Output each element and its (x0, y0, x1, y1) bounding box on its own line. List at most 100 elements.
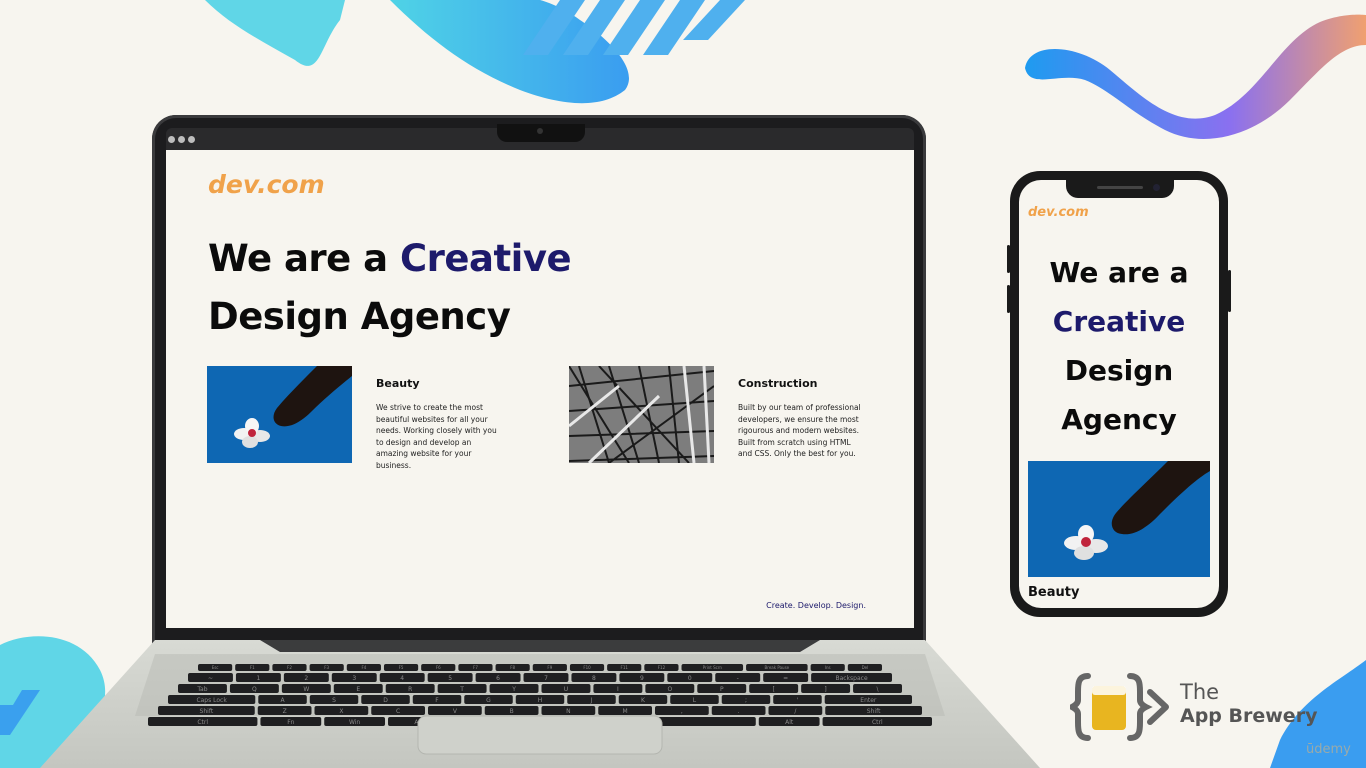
keyboard-key-label: 7 (544, 675, 548, 682)
keyboard-key-label: F3 (324, 665, 329, 670)
card-title-construction: Construction (738, 377, 818, 390)
hero-line1-plain: We are a (208, 237, 401, 280)
keyboard-key-label: - (737, 675, 739, 682)
hero-line2: Design Agency (208, 295, 511, 338)
keyboard-key-label: H (538, 697, 543, 704)
phone-speaker (1097, 186, 1143, 189)
keyboard-key-label: F1 (250, 665, 255, 670)
mobile-hero-line: Design (1064, 354, 1174, 387)
volume-button (1007, 245, 1010, 273)
keyboard-key-label: Q (252, 686, 257, 693)
window-dot-icon[interactable] (178, 136, 185, 143)
laptop-keyboard-base: Esc F1 F2 F3 F4 F5 F6 F7 F8 F9 F10 F11 F12 Print Scrn… (40, 640, 1040, 768)
keyboard-key-label: Del (862, 665, 869, 670)
keyboard-key-label: F12 (658, 665, 666, 670)
keyboard-key-label: 2 (304, 675, 308, 682)
keyboard-key-label: Ctrl (197, 719, 208, 726)
keyboard-key-label: O (667, 686, 672, 693)
keyboard-key-label: F (435, 697, 439, 704)
card-text-beauty: We strive to create the most beautiful w… (376, 403, 497, 470)
mobile-beauty-image (1028, 461, 1210, 577)
hero-accent-word: Creative (400, 237, 572, 280)
webcam-icon (537, 128, 543, 134)
keyboard-key-label: F10 (583, 665, 591, 670)
keyboard-key-label: Shift (200, 708, 214, 715)
construction-image (569, 366, 714, 463)
keyboard-key-label: Alt (785, 719, 794, 726)
phone-camera-icon (1153, 184, 1160, 191)
keyboard-key-label: Enter (860, 697, 877, 704)
keyboard-key-label: , (681, 708, 683, 715)
keyboard-key-label: [ (773, 686, 775, 693)
keyboard-key-label: Tab (196, 686, 207, 693)
keyboard-key-label: X (339, 708, 343, 715)
keyboard-key-label: 8 (592, 675, 596, 682)
mobile-hero-line: Agency (1061, 403, 1177, 436)
brand-name: App Brewery (1180, 705, 1318, 727)
keyboard-key-label: Esc (212, 665, 219, 670)
udemy-watermark: ūdemy (1306, 742, 1351, 757)
keyboard-key-label: Print Scrn (703, 665, 723, 670)
keyboard-key-label: 0 (688, 675, 692, 682)
keyboard-key-label: U (564, 686, 568, 693)
keyboard-key-label: F8 (510, 665, 515, 670)
volume-button (1007, 285, 1010, 313)
keyboard-key-label: 9 (640, 675, 644, 682)
keyboard-key-label: F7 (473, 665, 478, 670)
keyboard-key-label: 5 (448, 675, 452, 682)
beauty-image (207, 366, 352, 463)
card-text-construction: Built by our team of professional develo… (738, 403, 861, 459)
keyboard-key-label: P (720, 686, 724, 693)
keyboard-key-label: = (783, 675, 788, 682)
mobile-card-title: Beauty (1028, 585, 1080, 600)
window-dot-icon[interactable] (168, 136, 175, 143)
keyboard-key-label: B (510, 708, 514, 715)
keyboard-key-label: ] (824, 686, 826, 693)
keyboard-key-label: 1 (256, 675, 260, 682)
mobile-site-logo[interactable]: dev.com (1028, 205, 1089, 220)
keyboard-key-label: ; (745, 697, 747, 704)
keyboard-key-label: G (486, 697, 491, 704)
mobile-hero-accent: Creative (1052, 305, 1186, 338)
keyboard-key-label: W (303, 686, 309, 693)
site-logo[interactable]: dev.com (208, 170, 325, 199)
keyboard-key-label: . (738, 708, 740, 715)
keyboard-key-label: D (383, 697, 388, 704)
keyboard-key-label: Z (283, 708, 287, 715)
keyboard-key-label: F4 (361, 665, 366, 670)
power-button (1228, 270, 1231, 312)
keyboard-key-label: Backspace (835, 675, 867, 682)
keyboard-key-label: Break Pause (765, 665, 790, 670)
mobile-hero-heading: We are a Creative Design Agency (1019, 248, 1219, 444)
keyboard-key-label: 4 (400, 675, 404, 682)
keyboard-key-label: E (356, 686, 360, 693)
desktop-website: dev.com We are a Creative Design Agency … (166, 150, 914, 628)
brand-the: The (1180, 680, 1220, 704)
keyboard-key-label: Win (349, 719, 360, 726)
keyboard-key-label: 6 (496, 675, 500, 682)
keyboard-key-label: N (566, 708, 571, 715)
keyboard-key-label: ~ (208, 675, 213, 682)
keyboard-key-label: 3 (352, 675, 356, 682)
keyboard-key-label: F2 (287, 665, 292, 670)
keyboard-key-label: F6 (436, 665, 441, 670)
keyboard-key-label: C (396, 708, 400, 715)
keyboard-key-label: Caps Lock (196, 697, 227, 704)
keyboard-key-label: Ins (825, 665, 831, 670)
mobile-website: dev.com We are a Creative Design Agency … (1019, 180, 1219, 608)
keyboard-key-label: Fn (287, 719, 294, 726)
keyboard-key-label: F9 (547, 665, 552, 670)
keyboard-key-label: F5 (399, 665, 404, 670)
keyboard-key-label: Y (511, 686, 516, 693)
keyboard-key-label: F11 (621, 665, 629, 670)
window-dot-icon[interactable] (188, 136, 195, 143)
keyboard-key-label: M (623, 708, 628, 715)
keyboard-key-label: R (408, 686, 412, 693)
keyboard-key-label: Ctrl (872, 719, 883, 726)
card-title-beauty: Beauty (376, 377, 420, 390)
keyboard-key-label: I (617, 686, 619, 693)
keyboard-key-label: Shift (867, 708, 881, 715)
footer-tagline: Create. Develop. Design. (766, 601, 866, 610)
app-brewery-logo-icon (1070, 673, 1169, 741)
keyboard-key-label: S (332, 697, 336, 704)
